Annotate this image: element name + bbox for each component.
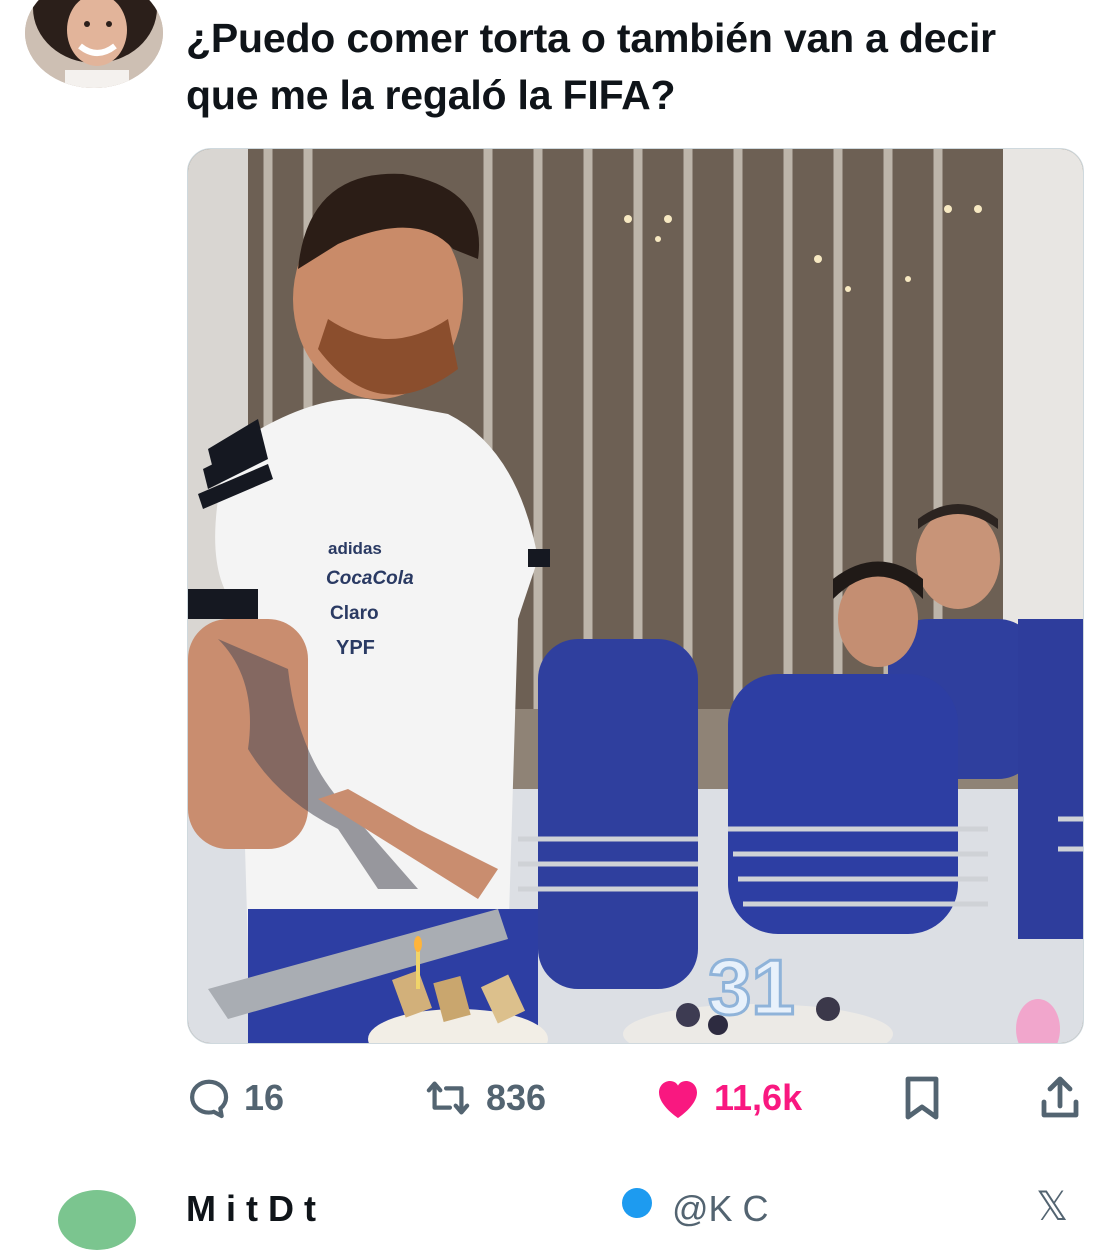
avatar-photo: [25, 0, 163, 88]
reply-icon: [190, 1079, 229, 1119]
bookmark-icon: [905, 1076, 939, 1120]
tweet-action-bar: 16 836 11,6k: [186, 1068, 1086, 1128]
heart-icon: [659, 1081, 697, 1118]
photo-birthday-cake: adidas CocaCola Claro YPF 31: [188, 149, 1083, 1043]
repost-count: 836: [486, 1077, 547, 1118]
next-tweet-handle: @K C: [672, 1188, 769, 1229]
share-button[interactable]: [1038, 1068, 1082, 1128]
repost-icon: [426, 1081, 470, 1115]
svg-text:CocaCola: CocaCola: [326, 568, 414, 589]
next-tweet-author-name[interactable]: M i t D t: [186, 1188, 316, 1230]
reply-count: 16: [244, 1077, 285, 1118]
tweet-image[interactable]: adidas CocaCola Claro YPF 31: [187, 148, 1084, 1044]
svg-text:YPF: YPF: [336, 637, 375, 659]
bookmark-button[interactable]: [900, 1068, 944, 1128]
author-avatar[interactable]: [25, 0, 163, 88]
repost-button[interactable]: 836: [422, 1068, 546, 1128]
svg-text:31: 31: [708, 943, 795, 1031]
svg-text:adidas: adidas: [328, 539, 382, 558]
tweet-text: ¿Puedo comer torta o también van a decir…: [186, 15, 996, 118]
next-tweet-header[interactable]: M i t D t @K C 𝕏: [0, 1180, 1110, 1250]
next-tweet-avatar[interactable]: [58, 1190, 136, 1250]
svg-text:Claro: Claro: [330, 603, 379, 624]
share-icon: [1041, 1076, 1079, 1118]
like-count: 11,6k: [714, 1077, 803, 1118]
x-logo-icon: 𝕏: [1036, 1185, 1069, 1229]
verified-badge-icon: [622, 1188, 652, 1218]
reply-button[interactable]: 16: [186, 1068, 284, 1128]
like-button[interactable]: 11,6k: [654, 1068, 802, 1128]
